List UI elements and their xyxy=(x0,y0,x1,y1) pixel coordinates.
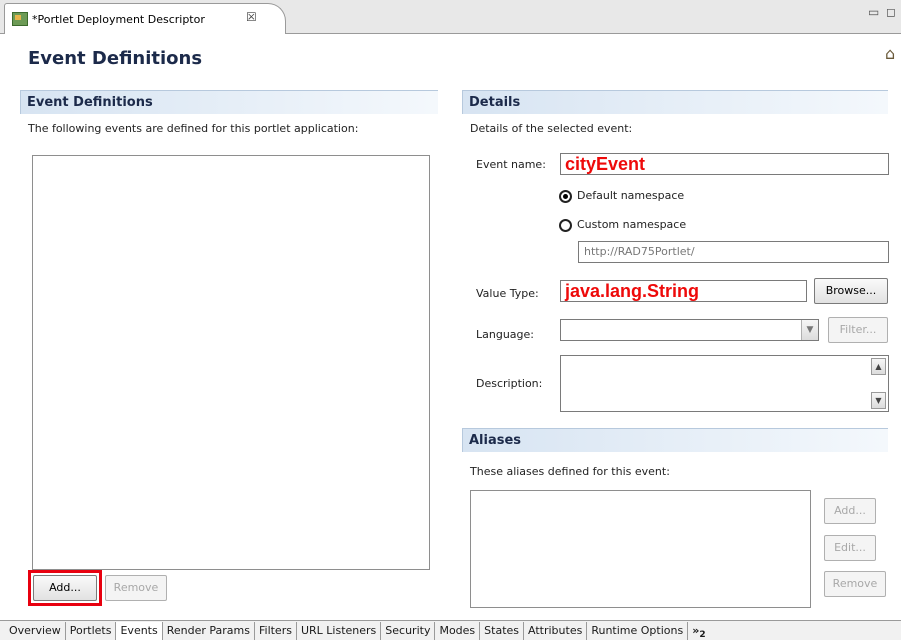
aliases-description: These aliases defined for this event: xyxy=(470,465,670,478)
custom-namespace-label: Custom namespace xyxy=(577,218,687,231)
description-textarea[interactable]: ▲ ▼ xyxy=(560,355,889,412)
tab-states[interactable]: States xyxy=(480,621,525,640)
default-namespace-label: Default namespace xyxy=(577,189,685,202)
event-definitions-section-header[interactable]: Event Definitions xyxy=(20,90,438,114)
add-alias-button[interactable]: Add... xyxy=(824,498,876,524)
page-title: Event Definitions xyxy=(28,48,203,69)
browse-button[interactable]: Browse... xyxy=(814,278,888,304)
custom-namespace-radio[interactable] xyxy=(559,219,572,232)
scroll-up-icon[interactable]: ▲ xyxy=(871,358,886,375)
value-type-value: java.lang.String xyxy=(565,281,700,301)
edit-alias-button[interactable]: Edit... xyxy=(824,535,876,561)
tab-security[interactable]: Security xyxy=(381,621,436,640)
tab-filters[interactable]: Filters xyxy=(255,621,297,640)
value-type-label: Value Type: xyxy=(476,287,539,300)
deployment-descriptor-icon xyxy=(12,12,28,26)
aliases-section-header[interactable]: Aliases xyxy=(462,428,888,452)
tab-overview[interactable]: Overview xyxy=(5,621,66,640)
tab-url-listeners[interactable]: URL Listeners xyxy=(297,621,382,640)
filter-button[interactable]: Filter... xyxy=(828,317,888,343)
value-type-field[interactable]: java.lang.String xyxy=(560,280,807,302)
more-tabs-count: 2 xyxy=(699,629,706,640)
home-icon[interactable]: ⌂ xyxy=(885,44,895,63)
editor-tab-title: *Portlet Deployment Descriptor xyxy=(32,13,205,26)
event-name-field[interactable]: cityEvent xyxy=(560,153,889,175)
section-heading: Details xyxy=(469,95,521,110)
remove-event-button[interactable]: Remove xyxy=(105,575,167,601)
maximize-icon[interactable]: ◻ xyxy=(886,5,896,19)
default-namespace-radio[interactable] xyxy=(559,190,572,203)
tab-events[interactable]: Events xyxy=(116,621,163,640)
tab-runtime-options[interactable]: Runtime Options xyxy=(587,621,689,640)
remove-alias-button[interactable]: Remove xyxy=(824,571,886,597)
editor-tab-bar: *Portlet Deployment Descriptor ☒ ▭ ◻ xyxy=(0,0,901,34)
add-event-button[interactable]: Add... xyxy=(33,575,97,601)
section-heading: Event Definitions xyxy=(27,95,153,110)
tab-modes[interactable]: Modes xyxy=(435,621,481,640)
event-name-label: Event name: xyxy=(476,158,546,171)
description-label: Description: xyxy=(476,377,543,390)
events-list[interactable] xyxy=(32,155,430,570)
page-tab-bar: Overview Portlets Events Render Params Filte… xyxy=(0,620,901,640)
event-name-value: cityEvent xyxy=(565,154,646,174)
chevron-down-icon[interactable]: ▼ xyxy=(801,320,818,340)
language-label: Language: xyxy=(476,328,534,341)
section-heading: Aliases xyxy=(469,433,522,448)
tab-attributes[interactable]: Attributes xyxy=(524,621,588,640)
scroll-down-icon[interactable]: ▼ xyxy=(871,392,886,409)
close-icon[interactable]: ☒ xyxy=(246,10,257,24)
details-description: Details of the selected event: xyxy=(470,122,633,135)
minimize-icon[interactable]: ▭ xyxy=(868,5,879,19)
namespace-field[interactable]: http://RAD75Portlet/ xyxy=(578,241,889,263)
language-combo[interactable]: ▼ xyxy=(560,319,819,341)
aliases-list[interactable] xyxy=(470,490,811,608)
tab-render-params[interactable]: Render Params xyxy=(163,621,255,640)
events-description: The following events are defined for thi… xyxy=(28,122,359,135)
tab-portlets[interactable]: Portlets xyxy=(66,621,117,640)
more-tabs-chevron-icon[interactable]: »2 xyxy=(688,622,709,640)
editor-tab[interactable]: *Portlet Deployment Descriptor ☒ xyxy=(4,3,286,34)
details-section-header[interactable]: Details xyxy=(462,90,888,114)
